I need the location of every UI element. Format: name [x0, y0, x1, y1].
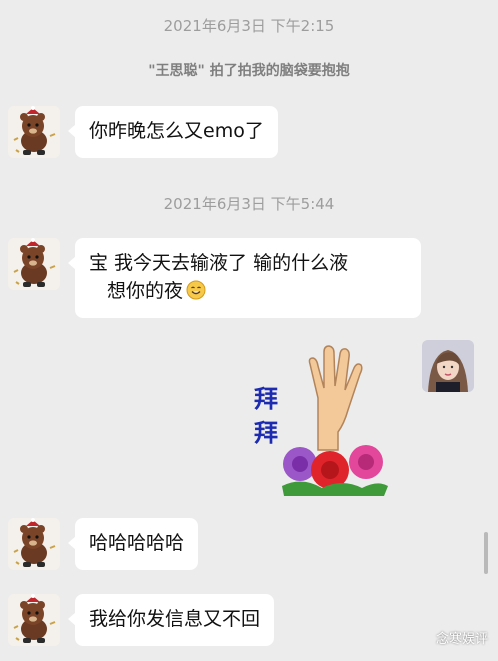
contact-avatar[interactable]: [8, 106, 60, 158]
message-bubble[interactable]: 我给你发信息又不回: [67, 594, 275, 646]
timestamp: 2021年6月3日 下午5:44: [163, 195, 335, 213]
timestamp: 2021年6月3日 下午2:15: [163, 17, 335, 35]
sticker-caption: 拜: [254, 384, 278, 413]
message-text: 哈哈哈哈哈: [89, 532, 185, 554]
girl-avatar-icon: [422, 340, 474, 392]
contact-avatar[interactable]: [8, 518, 60, 570]
message-text: 你昨晚怎么又emo了: [89, 120, 264, 142]
contact-avatar[interactable]: [8, 594, 60, 646]
sticker-caption: 拜: [254, 418, 278, 447]
pat-system-note: "王思聪" 拍了拍我的脑袋要抱抱: [148, 63, 350, 79]
bear-avatar-icon: [8, 238, 60, 290]
message-text: 我给你发信息又不回: [89, 608, 261, 630]
message-text: 想你的夜: [107, 280, 184, 302]
bye-bye-sticker[interactable]: 拜 拜: [252, 340, 398, 500]
self-avatar[interactable]: [422, 340, 474, 392]
smiling-face-emoji-icon: [186, 280, 206, 300]
scrollbar[interactable]: [484, 532, 488, 574]
message-bubble[interactable]: 哈哈哈哈哈: [67, 518, 199, 570]
contact-avatar[interactable]: [8, 238, 60, 290]
bear-avatar-icon: [8, 594, 60, 646]
bear-avatar-icon: [8, 106, 60, 158]
bear-avatar-icon: [8, 518, 60, 570]
chat-view: 2021年6月3日 下午2:15 "王思聪" 拍了拍我的脑袋要抱抱 你昨晚怎么又…: [0, 0, 498, 661]
message-bubble[interactable]: 你昨晚怎么又emo了: [68, 106, 278, 158]
message-text: 宝 我今天去输液了 输的什么液: [89, 252, 349, 274]
message-bubble[interactable]: 宝 我今天去输液了 输的什么液 想你的夜: [68, 238, 421, 318]
watermark: 念寒娱评: [435, 632, 488, 647]
